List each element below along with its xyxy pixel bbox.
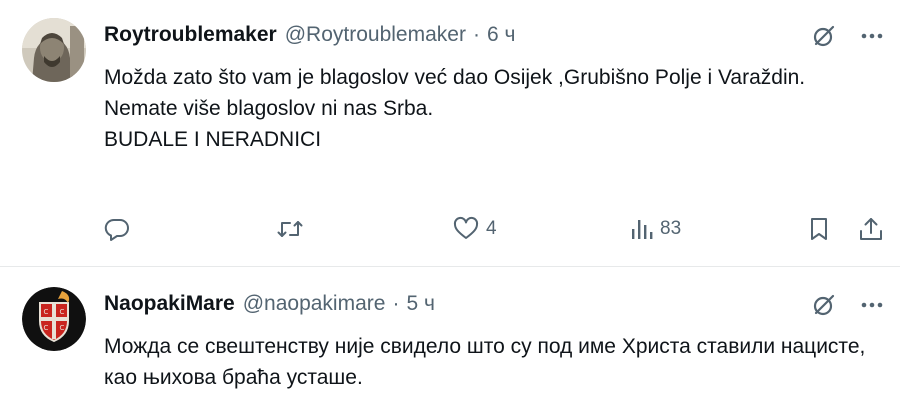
view-count: 83	[660, 218, 682, 239]
reply-button[interactable]	[104, 211, 136, 247]
share-button[interactable]	[858, 211, 884, 247]
views-icon	[630, 216, 654, 242]
timestamp[interactable]: 6 ч	[487, 23, 515, 47]
tweet-text-line: Можда се свештенству није свидело што су…	[104, 335, 872, 389]
tweet-header: NaopakiMare @naopakimare · 5 ч	[104, 289, 435, 319]
views-button[interactable]: 83	[630, 211, 681, 247]
tweet-actions: 4 83	[100, 211, 890, 247]
svg-text:С: С	[60, 308, 65, 316]
share-icon	[858, 216, 884, 242]
bookmark-icon	[806, 216, 832, 242]
tweet-text-line: BUDALE I NERADNICI	[104, 128, 322, 151]
more-icon[interactable]	[858, 22, 886, 50]
svg-text:С: С	[44, 308, 49, 316]
avatar[interactable]: С С С С	[22, 287, 86, 351]
retweet-icon	[276, 216, 304, 242]
tweet[interactable]: Roytroublemaker @Roytroublemaker · 6 ч M…	[0, 0, 900, 266]
svg-text:С: С	[44, 324, 49, 332]
retweet-button[interactable]	[276, 211, 310, 247]
like-button[interactable]: 4	[452, 211, 497, 247]
grok-icon[interactable]	[810, 291, 838, 319]
author-handle[interactable]: @naopakimare	[243, 292, 386, 316]
heart-icon	[452, 216, 480, 242]
author-handle[interactable]: @Roytroublemaker	[285, 23, 466, 47]
tweet-text: Можда се свештенству није свидело што су…	[104, 331, 884, 393]
timestamp[interactable]: 5 ч	[406, 292, 434, 316]
tweet-text-line: Nemate više blagoslov ni nas Srba.	[104, 97, 434, 120]
more-icon[interactable]	[858, 291, 886, 319]
reply-icon	[104, 216, 130, 242]
separator-dot: ·	[472, 23, 480, 46]
bookmark-button[interactable]	[806, 211, 832, 247]
tweet[interactable]: С С С С NaopakiMare @naopakimare · 5 ч М…	[0, 267, 900, 405]
tweet-text: Možda zato što vam je blagoslov već dao …	[104, 62, 884, 155]
tweet-header: Roytroublemaker @Roytroublemaker · 6 ч	[104, 20, 515, 50]
avatar[interactable]	[22, 18, 86, 82]
author-name[interactable]: NaopakiMare	[104, 292, 235, 316]
tweet-text-line: Možda zato što vam je blagoslov već dao …	[104, 66, 806, 89]
grok-icon[interactable]	[810, 22, 838, 50]
svg-text:С: С	[60, 324, 65, 332]
like-count: 4	[486, 218, 497, 239]
tweet-top-actions	[810, 22, 886, 50]
separator-dot: ·	[392, 292, 400, 315]
tweet-top-actions	[810, 291, 886, 319]
author-name[interactable]: Roytroublemaker	[104, 23, 277, 47]
